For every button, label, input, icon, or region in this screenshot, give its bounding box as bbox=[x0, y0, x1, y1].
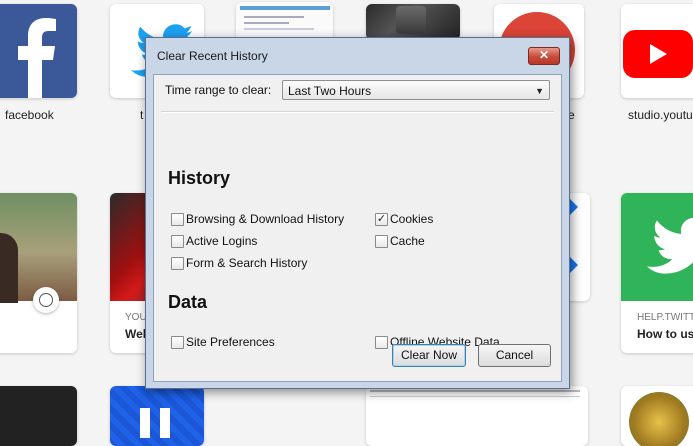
tile-help-twitter[interactable]: HELP.TWITTE How to use bbox=[621, 193, 693, 353]
clock-face bbox=[39, 293, 53, 307]
tile-caption-twitter[interactable]: t bbox=[140, 108, 143, 122]
data-heading: Data bbox=[168, 292, 208, 312]
tile-keyboard-image[interactable] bbox=[366, 4, 460, 40]
tile-caption-youtube-studio[interactable]: studio.youtu bbox=[628, 108, 693, 122]
twitter-bird-icon bbox=[647, 217, 693, 274]
history-heading: History bbox=[168, 168, 231, 188]
clock-icon[interactable] bbox=[33, 287, 59, 313]
thumbnail-line bbox=[244, 28, 314, 30]
facebook-icon bbox=[18, 18, 56, 98]
checkbox[interactable] bbox=[171, 336, 184, 349]
checkmark-icon[interactable]: ✓ bbox=[375, 213, 388, 226]
time-range-select[interactable]: Last Two Hours ▼ bbox=[282, 80, 550, 100]
youtube-play-icon bbox=[623, 30, 693, 78]
tile-emblem[interactable] bbox=[621, 386, 693, 446]
checkbox-label[interactable]: Cache bbox=[390, 234, 425, 248]
checkbox[interactable] bbox=[375, 235, 388, 248]
emblem-image bbox=[629, 392, 689, 446]
checkbox-label[interactable]: Active Logins bbox=[186, 234, 257, 248]
tile-caption-facebook[interactable]: facebook bbox=[5, 108, 54, 122]
time-range-value: Last Two Hours bbox=[288, 84, 372, 98]
blue-tile-logo bbox=[160, 408, 170, 438]
tile-source-label: YOU bbox=[125, 312, 147, 323]
tile-title: Wel bbox=[125, 327, 147, 341]
checkbox-label[interactable]: Browsing & Download History bbox=[186, 212, 344, 226]
dropdown-arrow-icon: ▼ bbox=[535, 86, 544, 96]
clear-history-dialog: Clear Recent History ✕ Time range to cle… bbox=[145, 37, 570, 389]
tile-source-label: HELP.TWITTE bbox=[637, 312, 693, 323]
checkbox[interactable] bbox=[375, 336, 388, 349]
document-line bbox=[370, 396, 580, 397]
tile-youtube-studio[interactable] bbox=[621, 4, 693, 98]
checkbox[interactable] bbox=[171, 213, 184, 226]
thumbnail-line bbox=[244, 22, 289, 24]
tile-blue-pattern[interactable] bbox=[110, 386, 204, 446]
checkbox-label[interactable]: Form & Search History bbox=[186, 256, 307, 270]
cancel-button[interactable]: Cancel bbox=[478, 344, 551, 367]
checkbox[interactable] bbox=[171, 235, 184, 248]
photo-image bbox=[0, 193, 77, 303]
tile-document[interactable] bbox=[366, 386, 588, 446]
clear-now-button[interactable]: Clear Now bbox=[392, 344, 466, 367]
document-line bbox=[370, 390, 580, 392]
thumbnail-line bbox=[244, 16, 304, 18]
dialog-titlebar[interactable]: Clear Recent History ✕ bbox=[146, 38, 569, 74]
green-twitter-image bbox=[621, 193, 693, 301]
person-silhouette bbox=[0, 233, 18, 303]
keyboard-key bbox=[396, 6, 426, 34]
tile-title: How to use bbox=[637, 327, 693, 341]
dialog-title: Clear Recent History bbox=[157, 49, 268, 63]
section-divider bbox=[161, 111, 554, 113]
checkbox[interactable] bbox=[171, 257, 184, 270]
tile-photo-person[interactable] bbox=[0, 193, 77, 353]
play-triangle bbox=[650, 44, 667, 64]
tile-facebook[interactable] bbox=[0, 4, 77, 98]
checkbox-label[interactable]: Site Preferences bbox=[186, 335, 275, 349]
tile-dark[interactable] bbox=[0, 386, 77, 446]
checkbox-label[interactable]: Cookies bbox=[390, 212, 433, 226]
thumbnail-header bbox=[240, 6, 330, 10]
time-range-label: Time range to clear: bbox=[165, 83, 272, 97]
dialog-body: Time range to clear: Last Two Hours ▼ Hi… bbox=[153, 74, 562, 382]
blue-tile-logo bbox=[140, 408, 150, 438]
close-icon[interactable]: ✕ bbox=[528, 47, 560, 65]
